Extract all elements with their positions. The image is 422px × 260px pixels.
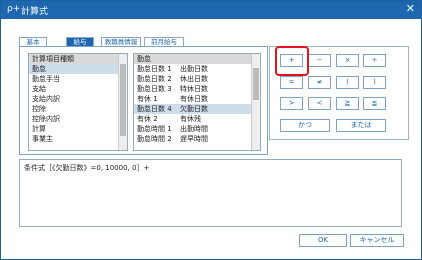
- item-list-scrollbar[interactable]: [251, 54, 260, 150]
- category-list-header: 計算項目種類: [29, 54, 127, 64]
- or-button[interactable]: または: [336, 119, 386, 132]
- category-list[interactable]: 計算項目種類 勤怠 勤怠手当 支給 支給内訳 控除 控除内訳 計算 事業主: [28, 53, 128, 151]
- list-item[interactable]: 勤怠時間 2 遅早時間: [134, 134, 260, 144]
- list-item[interactable]: 支給: [29, 84, 127, 94]
- formula-dialog: ρ+ 計算式 ✕ 基本 給与 教職員情報 前月給与 計算項目種類 勤怠 勤怠手当…: [0, 0, 422, 260]
- list-item[interactable]: 勤怠日数 2 休出日数: [134, 74, 260, 84]
- left-paren-button[interactable]: (: [336, 76, 359, 89]
- plus-button-highlight: [275, 46, 309, 76]
- item-list[interactable]: 勤怠 勤怠日数 1 出勤日数 勤怠日数 2 休出日数 勤怠日数 3 特休日数 有休 1…: [133, 53, 261, 151]
- list-item[interactable]: 支給内訳: [29, 94, 127, 104]
- greater-equal-button[interactable]: ≧: [336, 97, 359, 110]
- formula-text: 条件式［《欠勤日数》=0, 10000, 0］+: [24, 164, 150, 172]
- window-title: 計算式: [21, 7, 49, 17]
- list-item[interactable]: 勤怠日数 4 欠勤日数: [134, 104, 260, 114]
- item-list-header: 勤怠: [134, 54, 260, 64]
- list-item[interactable]: 勤怠手当: [29, 74, 127, 84]
- list-item[interactable]: 計算: [29, 124, 127, 134]
- list-item[interactable]: 事業主: [29, 134, 127, 144]
- less-equal-button[interactable]: ≦: [363, 97, 386, 110]
- equal-button[interactable]: =: [280, 76, 303, 89]
- times-button[interactable]: ×: [336, 54, 359, 67]
- less-than-button[interactable]: <: [308, 97, 331, 110]
- list-item[interactable]: 勤怠日数 3 特休日数: [134, 84, 260, 94]
- list-item[interactable]: 勤怠: [29, 64, 127, 74]
- ok-button[interactable]: OK: [299, 234, 347, 247]
- minus-button[interactable]: −: [308, 54, 331, 67]
- items-panel: 計算項目種類 勤怠 勤怠手当 支給 支給内訳 控除 控除内訳 計算 事業主 勤怠…: [19, 46, 268, 155]
- greater-than-button[interactable]: >: [280, 97, 303, 110]
- formula-icon: ρ+: [7, 4, 21, 14]
- list-item[interactable]: 有休 2 有休残: [134, 114, 260, 124]
- and-button[interactable]: かつ: [280, 119, 330, 132]
- list-item[interactable]: 控除: [29, 104, 127, 114]
- category-list-scrollbar[interactable]: [118, 54, 127, 150]
- not-equal-button[interactable]: ≠: [308, 76, 331, 89]
- list-item[interactable]: 有休 1 有休日数: [134, 94, 260, 104]
- list-item[interactable]: 控除内訳: [29, 114, 127, 124]
- divide-button[interactable]: ÷: [363, 54, 386, 67]
- close-icon[interactable]: ✕: [406, 3, 415, 15]
- title-bar: ρ+ 計算式 ✕: [1, 1, 421, 19]
- cancel-button[interactable]: キャンセル: [350, 234, 404, 247]
- list-item[interactable]: 勤怠時間 1 出勤時間: [134, 124, 260, 134]
- formula-textarea[interactable]: 条件式［《欠勤日数》=0, 10000, 0］+: [19, 159, 402, 227]
- list-item[interactable]: 勤怠日数 1 出勤日数: [134, 64, 260, 74]
- right-paren-button[interactable]: ): [363, 76, 386, 89]
